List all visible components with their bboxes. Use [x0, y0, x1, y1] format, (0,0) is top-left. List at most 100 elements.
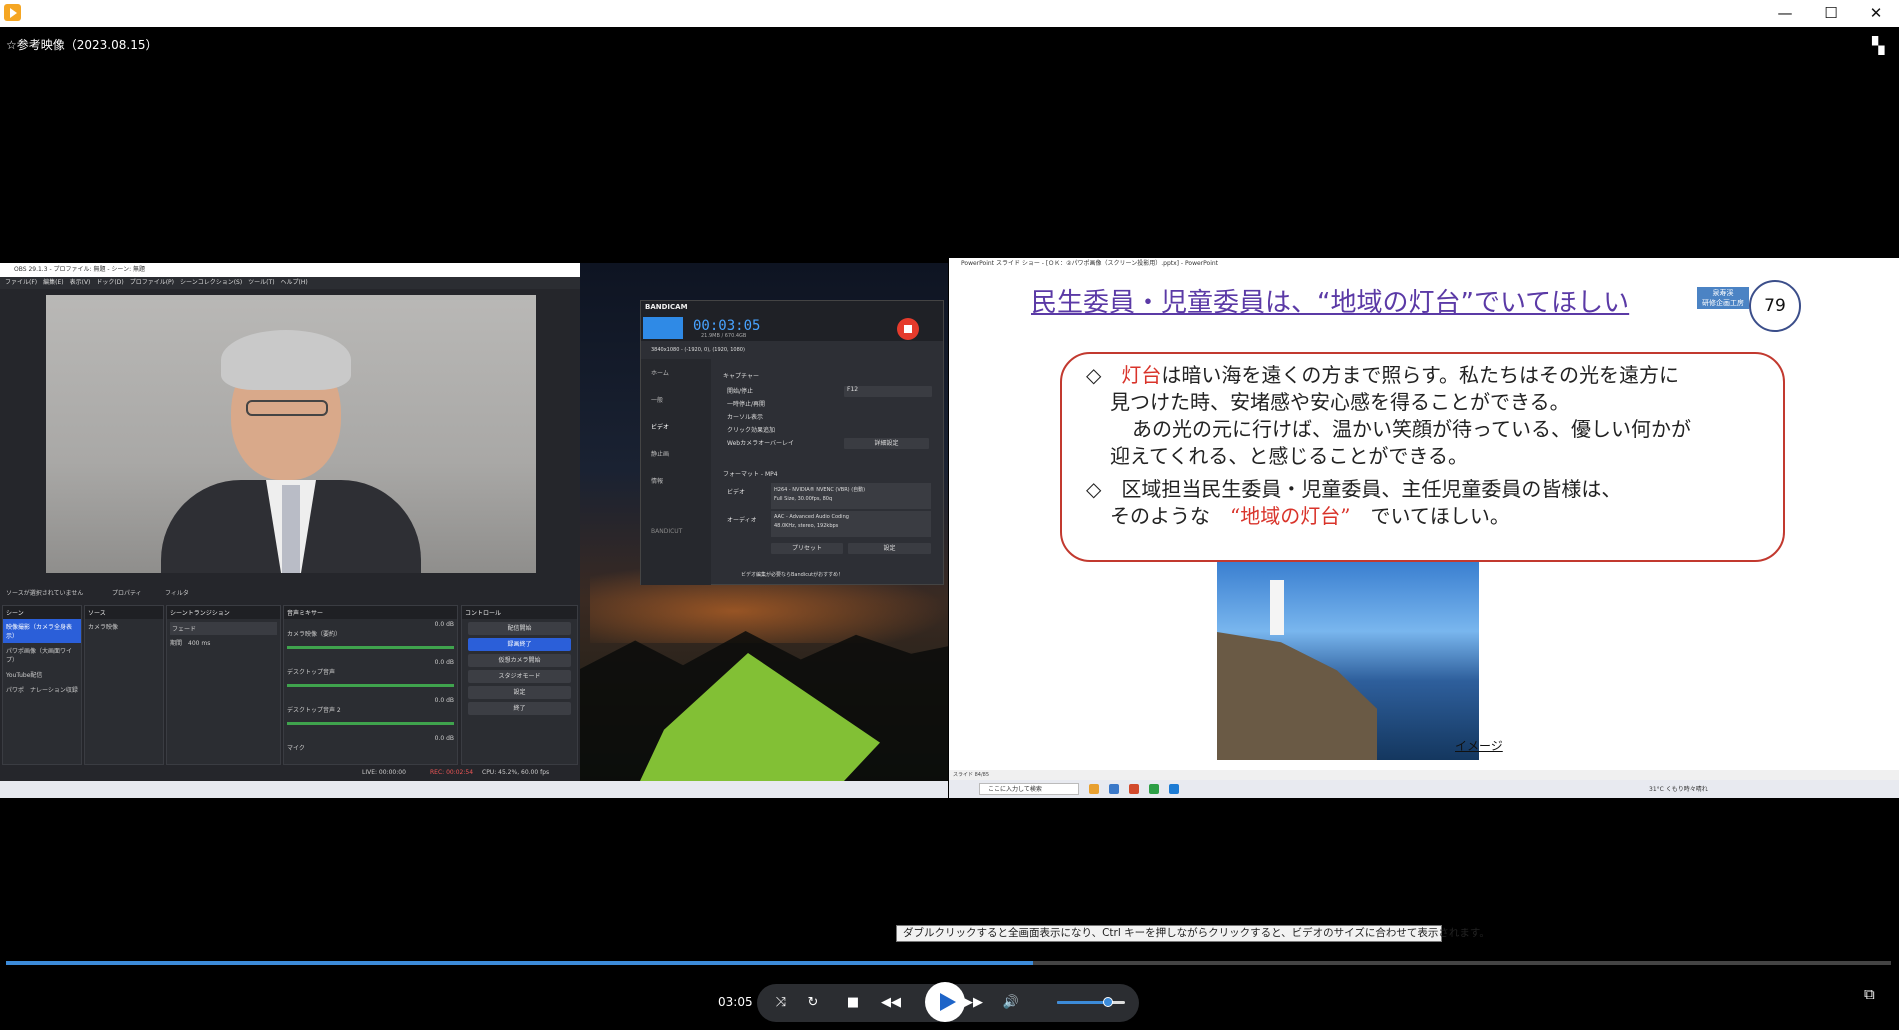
stop-record-button[interactable]	[897, 318, 919, 340]
option-click-effect[interactable]: クリック効果追加	[727, 425, 775, 434]
play-button[interactable]	[925, 982, 965, 1022]
highlight-community-lighthouse: “地域の灯台”	[1230, 504, 1351, 528]
hotkey-field[interactable]: F12	[844, 386, 932, 397]
properties-button[interactable]: プロパティ	[112, 588, 142, 597]
file-size: 21.9MB / 670.4GB	[701, 333, 747, 339]
taskbar-search-input[interactable]: ここに入力して検索	[979, 783, 1079, 795]
rewind-icon[interactable]: ◀◀	[875, 984, 907, 1022]
volume-meter	[287, 722, 454, 725]
rec-status: REC: 00:02:54	[430, 769, 474, 776]
sources-panel: ソース カメラ映像	[84, 605, 164, 765]
volume-knob[interactable]	[1103, 997, 1113, 1007]
lighthouse-photo	[1217, 562, 1479, 760]
mixer-channel: マイク 0.0 dB	[284, 733, 457, 756]
compact-view-icon[interactable]: ▚	[1872, 36, 1884, 55]
taskbar-left	[0, 781, 948, 798]
option-cursor[interactable]: カーソル表示	[727, 412, 763, 421]
mixer-channel-db: 0.0 dB	[434, 735, 454, 742]
video-codec-detail: Full Size, 30.00fps, 80q	[774, 496, 833, 502]
filters-button[interactable]: フィルタ	[165, 588, 189, 597]
sidebar-item-general[interactable]: 一般	[641, 386, 711, 413]
scenes-header: シーン	[3, 606, 81, 619]
volume-slider[interactable]	[1057, 997, 1125, 1007]
preset-button[interactable]: プリセット	[771, 543, 843, 554]
video-title: ☆参考映像（2023.08.15）	[6, 38, 158, 52]
seek-progress	[6, 961, 1034, 965]
repeat-icon[interactable]: ↻	[797, 984, 829, 1022]
bullet-1-line-4: 迎えてくれる、と感じることができる。	[1110, 444, 1468, 468]
option-webcam[interactable]: Webカメラオーバーレイ	[727, 438, 794, 447]
audio-format-box[interactable]: AAC - Advanced Audio Coding 48.0KHz, ste…	[771, 511, 931, 537]
maximize-button[interactable]: ☐	[1808, 0, 1854, 27]
advanced-settings-button[interactable]: 詳細設定	[844, 438, 929, 449]
obs-window: OBS 29.1.3 - プロファイル: 無題 - シーン: 無題 ファイル(F…	[0, 263, 580, 781]
duration-input[interactable]: 400 ms	[188, 640, 210, 647]
powerpoint-window: PowerPoint スライド ショー - [ＯＫ：②パワポ画像（スクリーン投影…	[949, 258, 1899, 798]
mixer-channel-name: マイク	[287, 745, 305, 752]
settings-button[interactable]: 設定	[468, 686, 571, 699]
start-streaming-button[interactable]: 配信開始	[468, 622, 571, 635]
mixer-channel-name: カメラ映像（要約）	[287, 631, 342, 638]
taskbar-app-icon[interactable]	[1169, 784, 1179, 794]
scene-item[interactable]: YouTube配信	[3, 667, 81, 682]
transition-select[interactable]: フェード	[170, 622, 277, 635]
option-pause[interactable]: 一時停止/再開	[727, 399, 765, 408]
option-start-stop[interactable]: 開始/停止	[727, 386, 753, 395]
start-virtual-camera-button[interactable]: 仮想カメラ開始	[468, 654, 571, 667]
volume-meter	[287, 684, 454, 687]
shuffle-icon[interactable]: ⤨	[765, 984, 797, 1022]
taskbar-app-icon[interactable]	[1129, 784, 1139, 794]
obs-titlebar: OBS 29.1.3 - プロファイル: 無題 - シーン: 無題	[0, 263, 580, 277]
bullet-text: 区域担当民生委員・児童委員、主任児童委員の皆様は、	[1121, 477, 1622, 501]
bullet-1-line-3: あの光の元に行けば、温かい笑顔が待っている、優しい何かが	[1132, 417, 1691, 441]
bullet-diamond: ◇	[1086, 363, 1102, 387]
audio-label: オーディオ	[727, 517, 757, 524]
weather-widget[interactable]: 31°C くもり時々晴れ	[1649, 784, 1708, 793]
taskbar-app-icon[interactable]	[1089, 784, 1099, 794]
lighthouse	[1270, 580, 1284, 635]
duration-label: 期間	[170, 640, 183, 647]
controls-panel: コントロール 配信開始 録画終了 仮想カメラ開始 スタジオモード 設定 終了	[461, 605, 578, 765]
scene-item[interactable]: パワポ ナレーション収録	[3, 682, 81, 697]
stop-recording-button[interactable]: 録画終了	[468, 638, 571, 651]
studio-mode-button[interactable]: スタジオモード	[468, 670, 571, 683]
volume-fill	[1057, 1001, 1108, 1004]
taskbar-app-icon[interactable]	[1149, 784, 1159, 794]
obs-preview	[46, 295, 536, 573]
format-header: フォーマット - MP4	[723, 471, 778, 478]
miniplayer-icon[interactable]: ⧉	[1864, 985, 1875, 1003]
sidebar-item-image[interactable]: 静止画	[641, 440, 711, 467]
format-settings-button[interactable]: 設定	[848, 543, 931, 554]
current-time: 03:05	[718, 995, 753, 1009]
sidebar-item-home[interactable]: ホーム	[641, 359, 711, 386]
stop-icon[interactable]: ■	[837, 984, 869, 1022]
window-titlebar: — ☐ ✕	[0, 0, 1899, 27]
presenter-hair	[221, 330, 351, 390]
obs-menubar[interactable]: ファイル(F) 編集(E) 表示(V) ドック(D) プロファイル(P) シーン…	[0, 277, 580, 289]
presenter-photo	[46, 295, 536, 573]
fullscreen-tooltip: ダブルクリックすると全画面表示になり、Ctrl キーを押しながらクリックすると、…	[896, 925, 1490, 942]
slide: 民生委員・児童委員は、“地域の灯台”でいてほしい 泉寿渓 研修企画工房 79 ◇ …	[987, 270, 1861, 770]
scene-item[interactable]: パワポ画像（大画面ワイプ）	[3, 643, 81, 667]
close-button[interactable]: ✕	[1853, 0, 1899, 27]
scene-item[interactable]: 映像撮影（カメラ全身表示）	[3, 619, 81, 643]
minimize-button[interactable]: —	[1762, 0, 1808, 27]
bullet-diamond: ◇	[1086, 477, 1102, 501]
bandicam-window: BANDICAM 00:03:05 21.9MB / 670.4GB 3840x…	[640, 300, 944, 585]
mixer-channel-db: 0.0 dB	[434, 697, 454, 704]
bullet-2-line-1: ◇ 区域担当民生委員・児童委員、主任児童委員の皆様は、	[1086, 476, 1621, 503]
bandicam-sidebar: ホーム 一般 ビデオ 静止画 情報 BANDICUT	[641, 359, 711, 585]
sidebar-item-video[interactable]: ビデオ	[641, 413, 711, 440]
volume-icon[interactable]: 🔊	[995, 984, 1027, 1022]
exit-button[interactable]: 終了	[468, 702, 571, 715]
seek-bar[interactable]	[6, 961, 1891, 965]
bandicut-link[interactable]: BANDICUT	[641, 519, 711, 544]
bullet-text: は暗い海を遠くの方まで照らす。私たちはその光を遠方に	[1161, 363, 1679, 387]
transition-header: シーントランジション	[167, 606, 280, 619]
sidebar-item-about[interactable]: 情報	[641, 467, 711, 494]
source-item[interactable]: カメラ映像	[85, 619, 163, 634]
screen-mode-button[interactable]	[643, 317, 683, 339]
audio-codec: AAC - Advanced Audio Coding	[774, 514, 849, 520]
video-format-box[interactable]: H264 - NVIDIA® NVENC (VBR) (自動) Full Siz…	[771, 483, 931, 509]
taskbar-app-icon[interactable]	[1109, 784, 1119, 794]
